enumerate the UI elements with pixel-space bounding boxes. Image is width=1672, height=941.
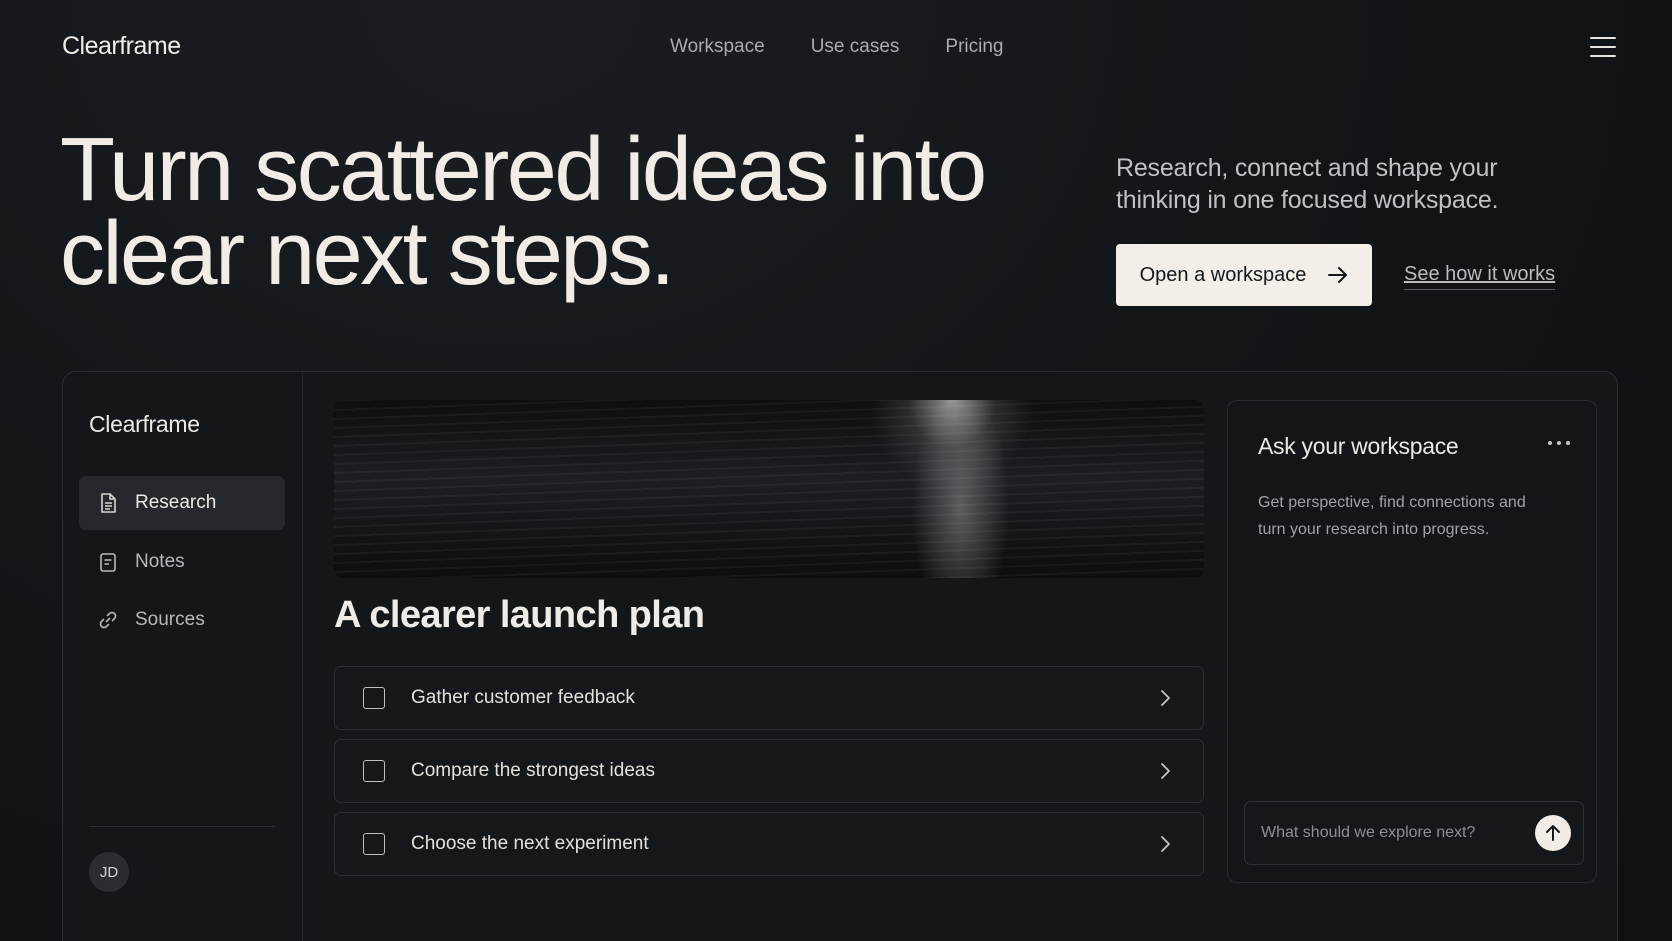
sidebar-item-notes[interactable]: Notes [79, 535, 285, 589]
nav-link-pricing[interactable]: Pricing [945, 36, 1003, 58]
ask-input-box [1244, 801, 1584, 865]
note-icon [100, 553, 116, 572]
task-checkbox[interactable] [363, 760, 385, 782]
sidebar-item-sources[interactable]: Sources [79, 593, 285, 647]
task-checkbox[interactable] [363, 833, 385, 855]
nav-links: Workspace Use cases Pricing [670, 36, 1003, 58]
document-icon [101, 493, 116, 513]
ask-input[interactable] [1261, 824, 1521, 842]
hero-title: Turn scattered ideas into clear next ste… [60, 120, 987, 304]
ask-workspace-panel: Ask your workspace Get perspective, find… [1227, 400, 1597, 883]
plan-title: A clearer launch plan [334, 594, 705, 636]
ask-panel-title: Ask your workspace [1258, 433, 1459, 459]
chevron-right-icon [1161, 763, 1170, 779]
brand-logo[interactable]: Clearframe [62, 32, 181, 61]
top-nav: Clearframe Workspace Use cases Pricing [0, 0, 1672, 96]
chevron-right-icon [1161, 836, 1170, 852]
link-icon [99, 611, 117, 629]
more-options-icon[interactable] [1548, 441, 1570, 445]
task-label: Gather customer feedback [411, 687, 635, 708]
sidebar-item-label: Notes [135, 551, 185, 572]
arrow-right-icon [1328, 267, 1348, 283]
task-row[interactable]: Gather customer feedback [334, 666, 1204, 730]
ask-panel-description: Get perspective, find connections and tu… [1258, 494, 1526, 538]
nav-link-use-cases[interactable]: Use cases [811, 36, 900, 58]
task-row[interactable]: Compare the strongest ideas [334, 739, 1204, 803]
hero-subtitle: Research, connect and shape your thinkin… [1116, 154, 1499, 214]
see-how-it-works-link[interactable]: See how it works [1404, 263, 1556, 290]
open-workspace-label: Open a workspace [1139, 263, 1307, 286]
sidebar-item-label: Sources [135, 609, 205, 630]
sidebar-brand: Clearframe [89, 411, 200, 437]
task-label: Choose the next experiment [411, 833, 649, 854]
chevron-right-icon [1161, 690, 1170, 706]
hamburger-menu-icon[interactable] [1590, 37, 1616, 57]
sidebar-item-research[interactable]: Research [79, 476, 285, 530]
sidebar-divider [89, 826, 275, 827]
ocean-cover-image [334, 400, 1204, 578]
task-checkbox[interactable] [363, 687, 385, 709]
arrow-up-icon [1546, 825, 1560, 841]
sidebar: Clearframe Research Notes Sources JD [63, 372, 303, 941]
send-button[interactable] [1535, 815, 1571, 851]
avatar[interactable]: JD [89, 852, 129, 892]
sidebar-item-label: Research [135, 492, 217, 513]
open-workspace-button[interactable]: Open a workspace [1116, 244, 1372, 306]
task-row[interactable]: Choose the next experiment [334, 812, 1204, 876]
nav-link-workspace[interactable]: Workspace [670, 36, 765, 58]
task-label: Compare the strongest ideas [411, 760, 655, 781]
app-preview: Clearframe Research Notes Sources JD A c… [62, 371, 1618, 941]
